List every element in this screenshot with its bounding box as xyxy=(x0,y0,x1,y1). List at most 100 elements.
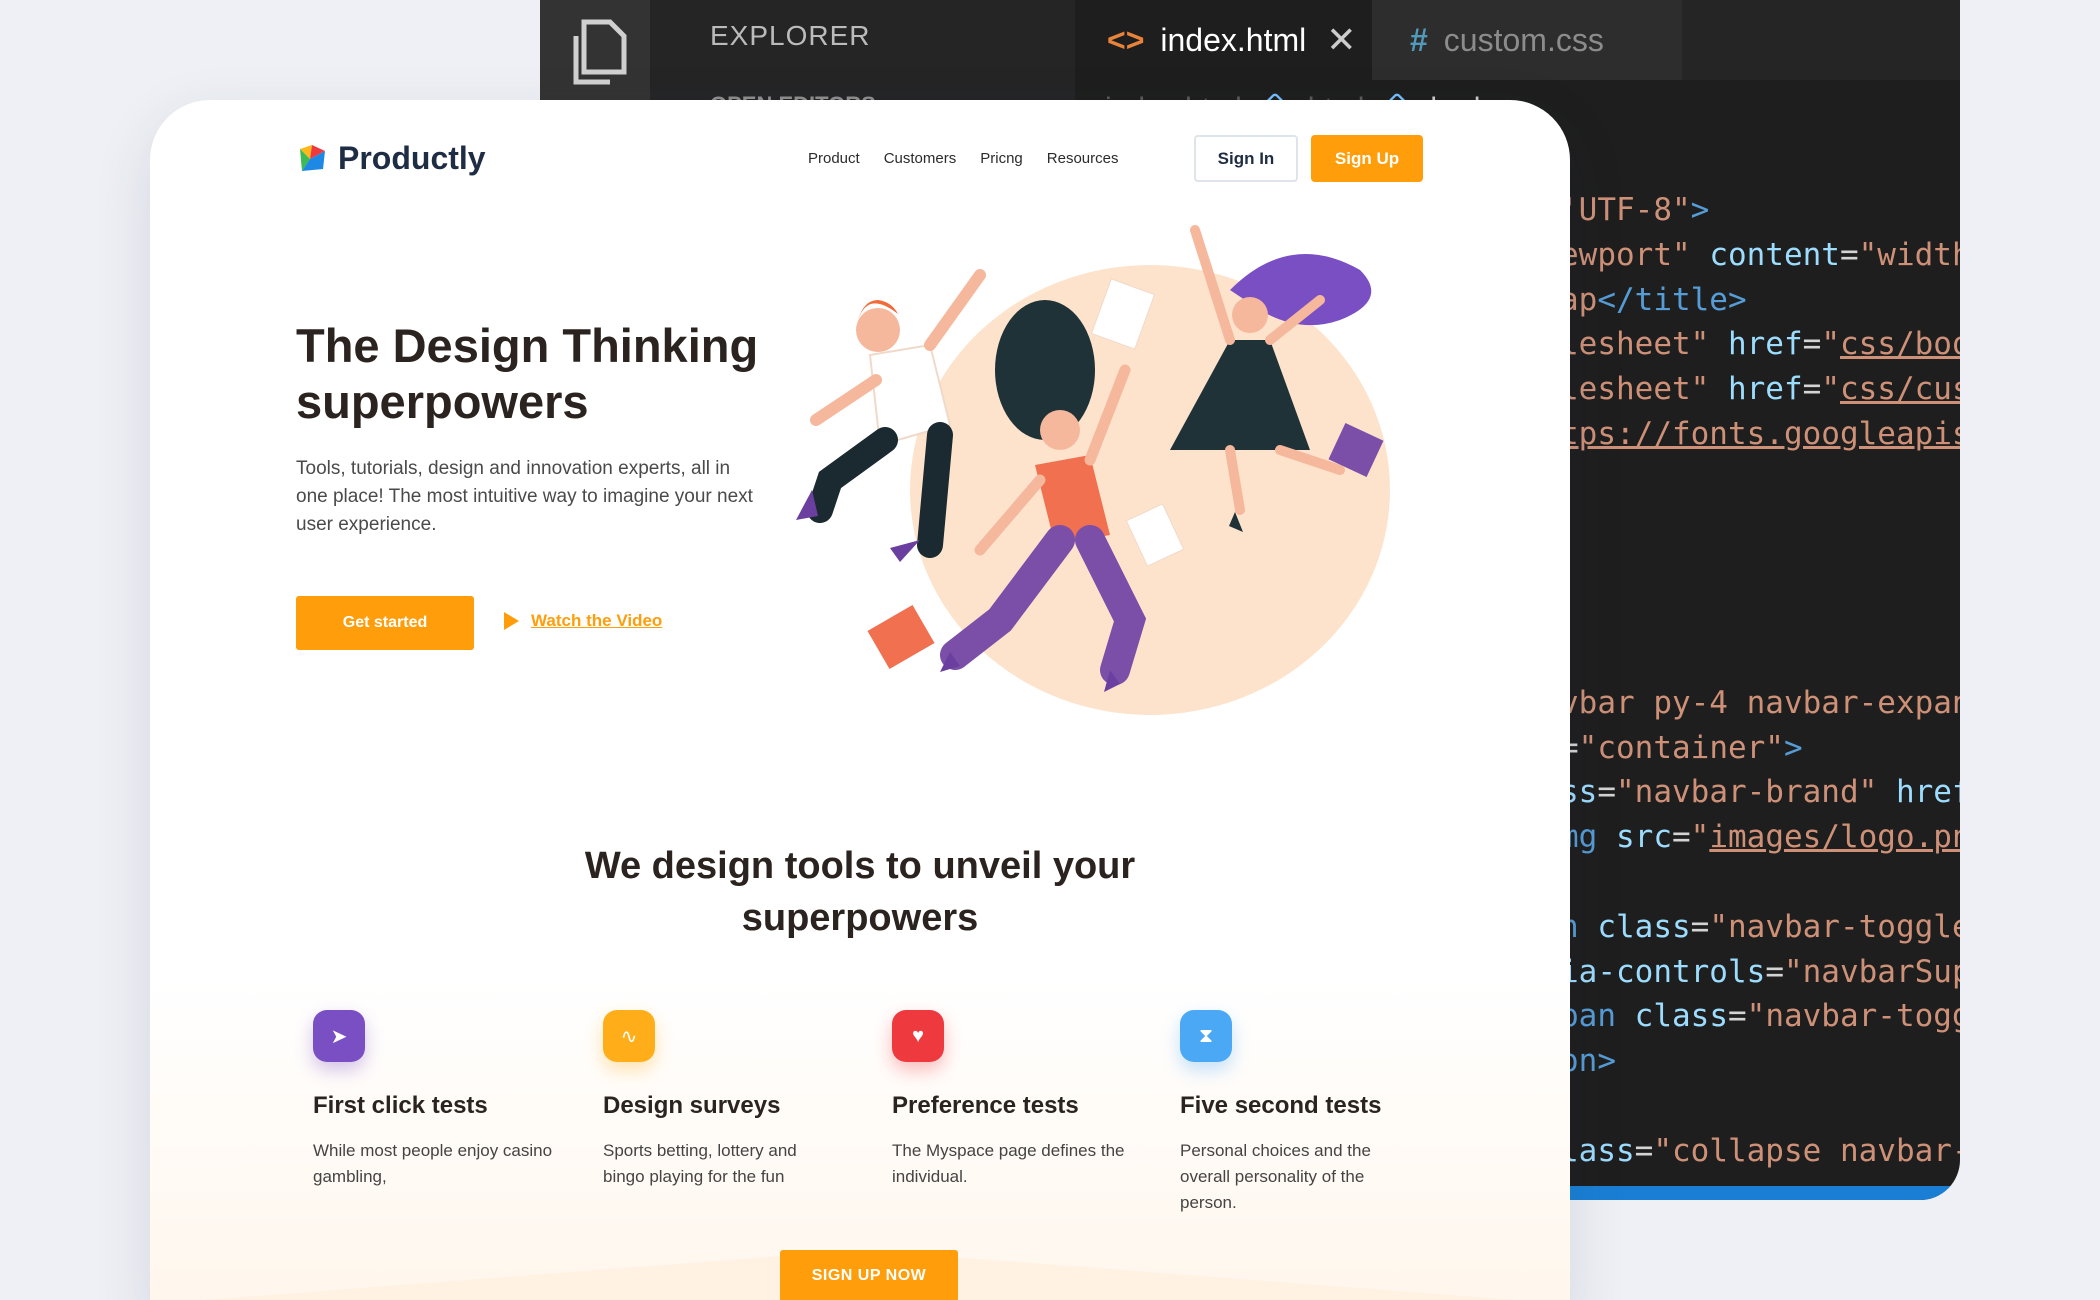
code-token: </title> xyxy=(1597,281,1747,318)
feature-title: Preference tests xyxy=(892,1092,1079,1119)
code-token: " xyxy=(1690,819,1710,856)
code-token: css/boo xyxy=(1839,326,1960,363)
code-line: ss="navbar-brand" href xyxy=(1560,770,1960,815)
tab-label: index.html xyxy=(1160,21,1307,58)
heart-icon: ♥ xyxy=(892,1010,944,1062)
hero-title: The Design Thinking superpowers xyxy=(296,319,759,428)
brand[interactable]: Productly xyxy=(296,140,486,177)
feature-description: While most people enjoy casino gambling, xyxy=(313,1141,553,1186)
code-token: = xyxy=(1671,819,1691,856)
editor-tab-bar: <> index.html ✕ # custom.css xyxy=(1075,0,1960,80)
code-token: lass xyxy=(1560,1132,1635,1169)
close-icon[interactable]: ✕ xyxy=(1326,19,1356,61)
code-token: tps://fonts.googleapis xyxy=(1560,415,1960,452)
code-token: = xyxy=(1634,1132,1654,1169)
feature-five-second-tests: ⧗ Five second tests Personal choices and… xyxy=(1180,1010,1440,1216)
sign-up-now-button[interactable]: SIGN UP NOW xyxy=(780,1250,958,1300)
brand-name: Productly xyxy=(338,140,486,176)
code-token: " xyxy=(1821,326,1840,363)
survey-icon: ∿ xyxy=(603,1010,655,1062)
code-token: = xyxy=(1765,953,1784,990)
feature-first-click-tests: ➤ First click tests While most people en… xyxy=(313,1010,573,1190)
code-token: "width xyxy=(1858,236,1960,273)
feature-preference-tests: ♥ Preference tests The Myspace page defi… xyxy=(892,1010,1152,1190)
code-token: > xyxy=(1690,192,1710,228)
feature-description: Personal choices and the overall persona… xyxy=(1180,1141,1371,1212)
code-token: class xyxy=(1578,908,1691,945)
code-line: 'UTF-8"> xyxy=(1560,188,1960,233)
main-nav: Product Customers Pricng Resources xyxy=(808,150,1118,167)
html-file-icon: <> xyxy=(1107,21,1145,58)
logo-icon xyxy=(300,144,325,171)
feature-design-surveys: ∿ Design surveys Sports betting, lottery… xyxy=(603,1010,863,1190)
hero-illustration xyxy=(796,225,1390,715)
code-token: href xyxy=(1709,326,1803,363)
code-token: "navbar-toggle xyxy=(1709,908,1960,945)
section-title: We design tools to unveil your superpowe… xyxy=(584,845,1136,939)
code-token: "collapse navbar- xyxy=(1653,1132,1960,1169)
watch-video-link[interactable]: Watch the Video xyxy=(504,611,662,631)
code-line: ia-controls="navbarSup xyxy=(1560,950,1960,995)
code-token: src xyxy=(1597,819,1672,856)
css-file-icon: # xyxy=(1410,21,1428,58)
code-line: lass="collapse navbar- xyxy=(1560,1129,1960,1174)
code-token: = xyxy=(1727,998,1747,1035)
feature-description: Sports betting, lottery and bingo playin… xyxy=(603,1141,797,1186)
code-token: " xyxy=(1821,371,1840,408)
code-token: > xyxy=(1783,729,1803,766)
code-token: images/logo.pn xyxy=(1709,819,1960,856)
watch-video-label: Watch the Video xyxy=(531,611,663,630)
hourglass-icon: ⧗ xyxy=(1180,1010,1232,1062)
tab-index-html[interactable]: <> index.html ✕ xyxy=(1075,0,1372,80)
code-token: href xyxy=(1709,371,1803,408)
nav-link-resources[interactable]: Resources xyxy=(1047,150,1119,167)
code-token: = xyxy=(1802,326,1822,363)
play-icon xyxy=(504,612,519,630)
code-token: "navbarSup xyxy=(1783,953,1960,990)
sign-up-button[interactable]: Sign Up xyxy=(1311,135,1423,182)
feature-description: The Myspace page defines the individual. xyxy=(892,1141,1125,1186)
cursor-icon: ➤ xyxy=(313,1010,365,1062)
feature-title: Five second tests xyxy=(1180,1092,1382,1119)
tab-label: custom.css xyxy=(1443,21,1604,58)
code-line: n class="navbar-toggle xyxy=(1560,905,1960,950)
files-icon[interactable] xyxy=(562,18,628,88)
code-token: lesheet" xyxy=(1560,326,1710,363)
code-token: = xyxy=(1839,236,1859,273)
code-token: ewport" xyxy=(1560,236,1691,273)
nav-link-customers[interactable]: Customers xyxy=(884,150,957,167)
code-token: css/cus xyxy=(1839,371,1960,408)
code-token: "container" xyxy=(1578,729,1784,766)
website-preview: Productly Product Customers Pricng Resou… xyxy=(150,100,1570,1300)
get-started-button[interactable]: Get started xyxy=(296,596,474,650)
code-line: mg src="images/logo.pn xyxy=(1560,815,1960,860)
nav-link-product[interactable]: Product xyxy=(808,150,860,167)
hero-text: Tools, tutorials, design and innovation … xyxy=(296,458,753,535)
feature-title: First click tests xyxy=(313,1092,488,1119)
code-line: vbar py-4 navbar-expan xyxy=(1560,681,1960,726)
code-token: = xyxy=(1690,908,1710,945)
code-token: href xyxy=(1895,774,1960,811)
code-line: pan class="navbar-togg xyxy=(1560,994,1960,1039)
code-token: lesheet" xyxy=(1560,371,1710,408)
code-token: content xyxy=(1690,236,1840,273)
nav-link-pricing[interactable]: Pricng xyxy=(980,150,1023,167)
code-token: 'UTF-8" xyxy=(1560,192,1691,228)
code-line: ap</title> xyxy=(1560,278,1960,323)
code-line: lesheet" href="css/cus xyxy=(1560,367,1960,412)
code-token: ia-controls xyxy=(1560,953,1766,990)
sign-in-button[interactable]: Sign In xyxy=(1194,135,1298,182)
floating-book xyxy=(867,604,935,670)
tab-custom-css[interactable]: # custom.css xyxy=(1372,0,1682,80)
code-line: on> xyxy=(1560,1039,1960,1084)
code-token: "navbar-brand" xyxy=(1616,774,1878,811)
code-area[interactable]: 'UTF-8"> ewport" content="width ap</title>… xyxy=(1560,188,1960,1174)
code-token: = xyxy=(1802,371,1822,408)
